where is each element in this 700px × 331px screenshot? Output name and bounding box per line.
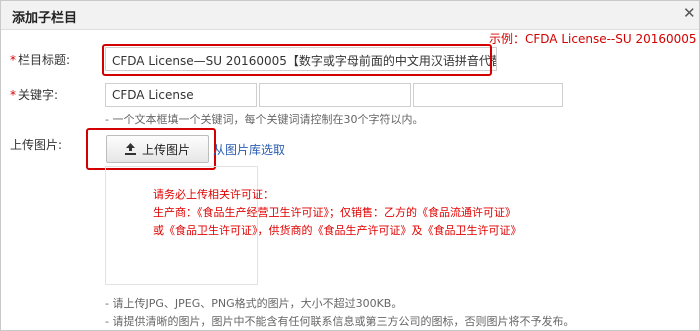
keyword-field-label: * 关键字: xyxy=(10,88,59,102)
keyword-input-2[interactable] xyxy=(259,83,411,107)
title-input-highlight xyxy=(102,44,492,76)
keyword-input-1[interactable]: CFDA License xyxy=(105,83,257,107)
image-field-label: 上传图片: xyxy=(10,138,63,152)
image-format-hint: - 请上传JPG、JPEG、PNG格式的图片，大小不超过300KB。 xyxy=(105,297,403,310)
upload-button-highlight xyxy=(86,128,216,170)
image-library-link[interactable]: 从图片库选取 xyxy=(213,141,285,158)
required-mark: * xyxy=(10,88,16,102)
required-mark: * xyxy=(10,53,16,67)
license-warning-line-3: 或《食品卫生许可证》，供货商的《食品生产许可证》及《食品卫生许可证》 xyxy=(153,224,522,237)
license-warning-line-1: 请务必上传相关许可证： xyxy=(153,188,274,201)
example-note: 示例：CFDA License--SU 20160005 xyxy=(489,32,697,46)
dialog-title: 添加子栏目 xyxy=(12,11,78,26)
close-icon[interactable]: ✕ xyxy=(683,5,696,21)
dialog-titlebar: 添加子栏目 ✕ xyxy=(1,1,699,30)
image-content-hint: - 请提供清晰的图片，图片中不能含有任何联系信息或第三方公司的图标，否则图片将不… xyxy=(105,315,575,328)
license-warning-line-2: 生产商：《食品生产经营卫生许可证》；仅销售：乙方的《食品流通许可证》 xyxy=(153,206,516,219)
title-field-label: * 栏目标题: xyxy=(10,53,71,67)
keyword-input-3[interactable] xyxy=(413,83,563,107)
keyword-hint: - 一个文本框填一个关键词，每个关键词请控制在30个字符以内。 xyxy=(105,113,424,126)
